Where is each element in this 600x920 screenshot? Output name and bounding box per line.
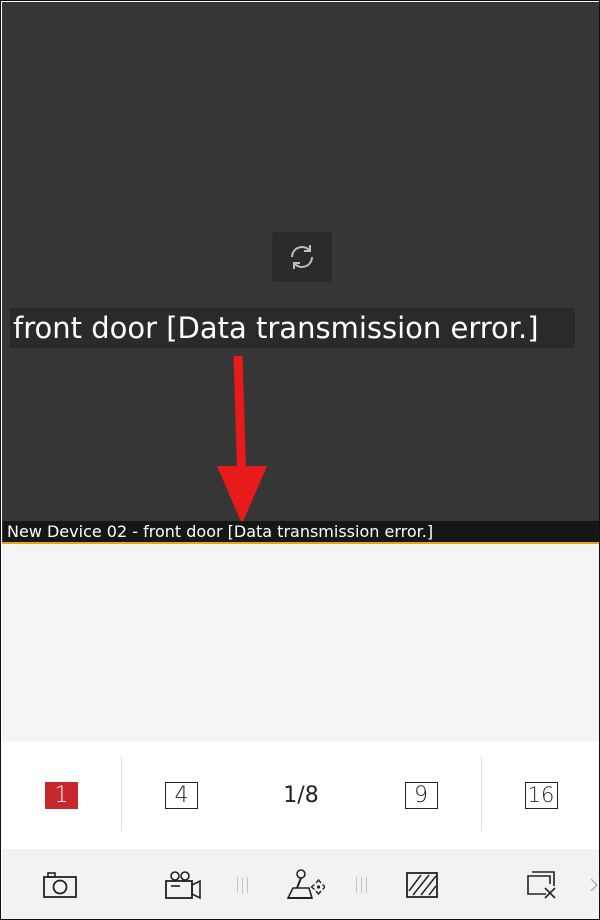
ptz-button[interactable] (281, 849, 329, 919)
chevron-right-icon (590, 877, 599, 892)
page-indicator: 1/8 (241, 741, 361, 849)
layout-selector: 1 4 1/8 9 16 (2, 741, 599, 849)
toolbar-more-button[interactable] (588, 849, 599, 919)
layout-9-button[interactable]: 9 (361, 741, 481, 849)
ptz-joystick-icon (286, 868, 325, 899)
refresh-button[interactable] (272, 232, 332, 282)
layout-1-label: 1 (45, 781, 78, 809)
bottom-toolbar (2, 849, 599, 919)
camera-icon (43, 871, 77, 898)
layout-4-label: 4 (165, 781, 198, 809)
page-label: 1/8 (283, 782, 319, 808)
empty-panel (2, 544, 599, 741)
close-window-icon (527, 870, 556, 899)
layout-9-label: 9 (404, 781, 438, 809)
quality-button[interactable] (398, 849, 446, 919)
layout-1-button[interactable]: 1 (2, 741, 121, 849)
layout-16-button[interactable]: 16 (482, 741, 599, 849)
record-button[interactable] (158, 849, 206, 919)
channel-caption: New Device 02 - front door [Data transmi… (3, 521, 599, 543)
toolbar-separator (235, 849, 250, 919)
app-window: front door [Data transmission error.] Ne… (0, 0, 600, 920)
close-all-button[interactable] (518, 849, 566, 919)
error-callout: front door [Data transmission error.] (10, 308, 575, 348)
refresh-icon (291, 245, 313, 269)
video-pane[interactable]: front door [Data transmission error.] Ne… (2, 2, 599, 543)
capture-button[interactable] (36, 849, 84, 919)
video-record-icon (165, 870, 201, 899)
red-arrow-annotation (217, 355, 267, 524)
layout-16-label: 16 (524, 781, 558, 809)
layout-4-button[interactable]: 4 (122, 741, 241, 849)
image-quality-icon (406, 871, 438, 898)
toolbar-separator (354, 849, 369, 919)
